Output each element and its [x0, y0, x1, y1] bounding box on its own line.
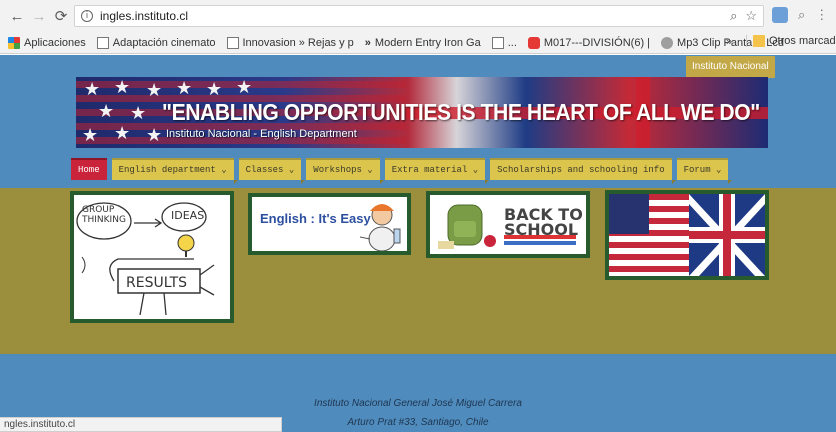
star-icon[interactable]: ☆ — [745, 8, 757, 24]
youtube-icon — [527, 36, 540, 49]
menu-english-department[interactable]: English department ⌄ — [111, 158, 238, 184]
document-icon — [226, 36, 239, 49]
ideas-text: IDEAS — [171, 209, 205, 222]
page-content: Instituto Nacional ★ ★ ★ ★ ★ ★ ★ ★ ★ ★ ★… — [0, 55, 836, 432]
footer-institution: Instituto Nacional General José Miguel C… — [314, 398, 522, 409]
menu-scholarships[interactable]: Scholarships and schooling info — [490, 158, 676, 184]
banner-title: "ENABLING OPPORTUNITIES IS THE HEART OF … — [162, 99, 760, 125]
camera-icon — [661, 36, 674, 49]
cartoon-professor-image — [359, 204, 401, 251]
back-to-school-text: BACK TO SCHOOL — [504, 205, 583, 239]
card-group-thinking[interactable]: GROUP THINKING IDEAS RESULTS — [70, 191, 234, 323]
film-icon — [96, 36, 109, 49]
address-bar[interactable]: i ingles.instituto.cl ⌕ ☆ — [74, 5, 764, 27]
back-arrow-icon[interactable]: ← — [8, 7, 26, 25]
reload-icon[interactable]: ⟳ — [52, 7, 70, 25]
banner-subtitle: Instituto Nacional - English Department — [166, 128, 357, 140]
menu-extra-material[interactable]: Extra material ⌄ — [384, 158, 490, 184]
bookmark-adaptacion[interactable]: Adaptación cinemato — [96, 36, 216, 49]
bookmark-document[interactable]: ... — [491, 36, 517, 49]
bookmark-m017[interactable]: M017---DIVISIÓN(6) | — [527, 36, 650, 49]
card-english-easy[interactable]: English : It's Easy ! — [248, 193, 411, 255]
chevrons-icon: » — [364, 36, 371, 49]
card-flags[interactable] — [605, 190, 769, 280]
status-bar-url: ngles.instituto.cl — [0, 417, 282, 432]
bookmark-modern-entry[interactable]: » Modern Entry Iron Ga — [365, 37, 481, 49]
url-text: ingles.instituto.cl — [100, 9, 189, 23]
browser-toolbar: ← → ⟳ i ingles.instituto.cl ⌕ ☆ ⌕ ⋮ — [0, 0, 836, 32]
menu-home[interactable]: Home — [71, 158, 107, 180]
zoom-icon[interactable]: ⌕ — [730, 8, 737, 24]
menu-classes[interactable]: Classes ⌄ — [238, 158, 306, 184]
instituto-nacional-tab[interactable]: Instituto Nacional — [686, 56, 775, 78]
group-thinking-text: GROUP THINKING — [82, 205, 126, 225]
other-bookmarks[interactable]: Otros marcadores — [746, 35, 836, 47]
apps-icon — [8, 36, 20, 49]
menu-workshops[interactable]: Workshops ⌄ — [306, 158, 384, 184]
more-bookmarks-button[interactable]: » — [726, 36, 732, 48]
us-uk-flag-image — [609, 194, 765, 276]
menu-dots-icon[interactable]: ⋮ — [815, 7, 828, 23]
menu-forum[interactable]: Forum ⌄ — [676, 158, 733, 184]
bookmarks-bar: Aplicaciones Adaptación cinemato Innovas… — [0, 32, 836, 54]
results-text: RESULTS — [126, 275, 188, 291]
main-menu: Home English department ⌄ Classes ⌄ Work… — [71, 158, 733, 184]
card-back-to-school[interactable]: BACK TO SCHOOL — [426, 191, 590, 258]
bookmark-innovasion[interactable]: Innovasion » Rejas y p — [226, 36, 354, 49]
header-banner: ★ ★ ★ ★ ★ ★ ★ ★ ★ ★ ★ "ENABLING OPPORTUN… — [76, 77, 768, 148]
info-icon[interactable]: i — [81, 10, 93, 22]
search-extension-icon[interactable]: ⌕ — [798, 7, 805, 23]
extension-icon[interactable] — [772, 7, 788, 23]
folder-icon — [753, 35, 765, 47]
forward-arrow-icon[interactable]: → — [30, 7, 48, 25]
bookmark-apps[interactable]: Aplicaciones — [8, 36, 86, 49]
document-icon — [491, 36, 504, 49]
